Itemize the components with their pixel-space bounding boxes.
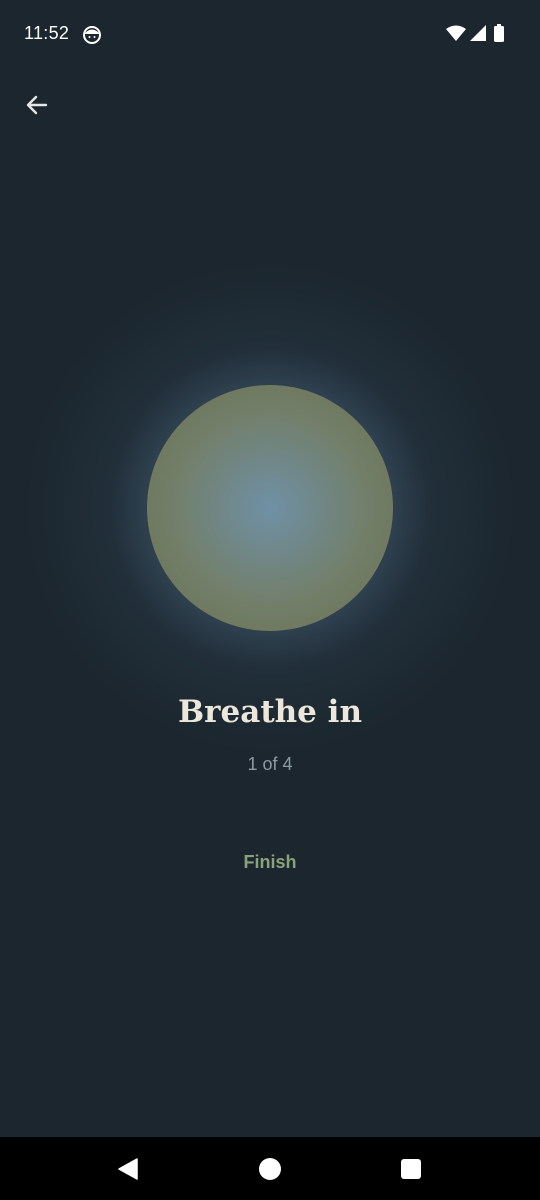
system-nav-bar (0, 1137, 540, 1200)
face-notification-icon (82, 25, 102, 45)
wifi-icon (446, 25, 466, 46)
circle-home-icon (259, 1157, 281, 1180)
cell-signal-icon (470, 24, 486, 46)
nav-recents-button[interactable] (371, 1137, 451, 1200)
breath-progress: 1 of 4 (247, 754, 293, 774)
back-button[interactable] (16, 84, 58, 126)
nav-home-button[interactable] (230, 1137, 310, 1200)
finish-button[interactable]: Finish (220, 846, 320, 878)
breathing-orb (147, 385, 393, 631)
breath-phase-title: Breathe in (177, 694, 363, 730)
status-icons (446, 23, 504, 47)
status-bar: 11:52 (0, 0, 540, 70)
arrow-left-icon (26, 95, 48, 115)
triangle-back-icon (118, 1157, 138, 1180)
status-time: 11:52 (24, 23, 70, 43)
breathing-screen: 11:52 Breathe in 1 of 4 Finish (0, 0, 540, 1137)
nav-back-button[interactable] (88, 1137, 168, 1200)
battery-icon (494, 23, 504, 47)
square-recents-icon (401, 1158, 421, 1179)
